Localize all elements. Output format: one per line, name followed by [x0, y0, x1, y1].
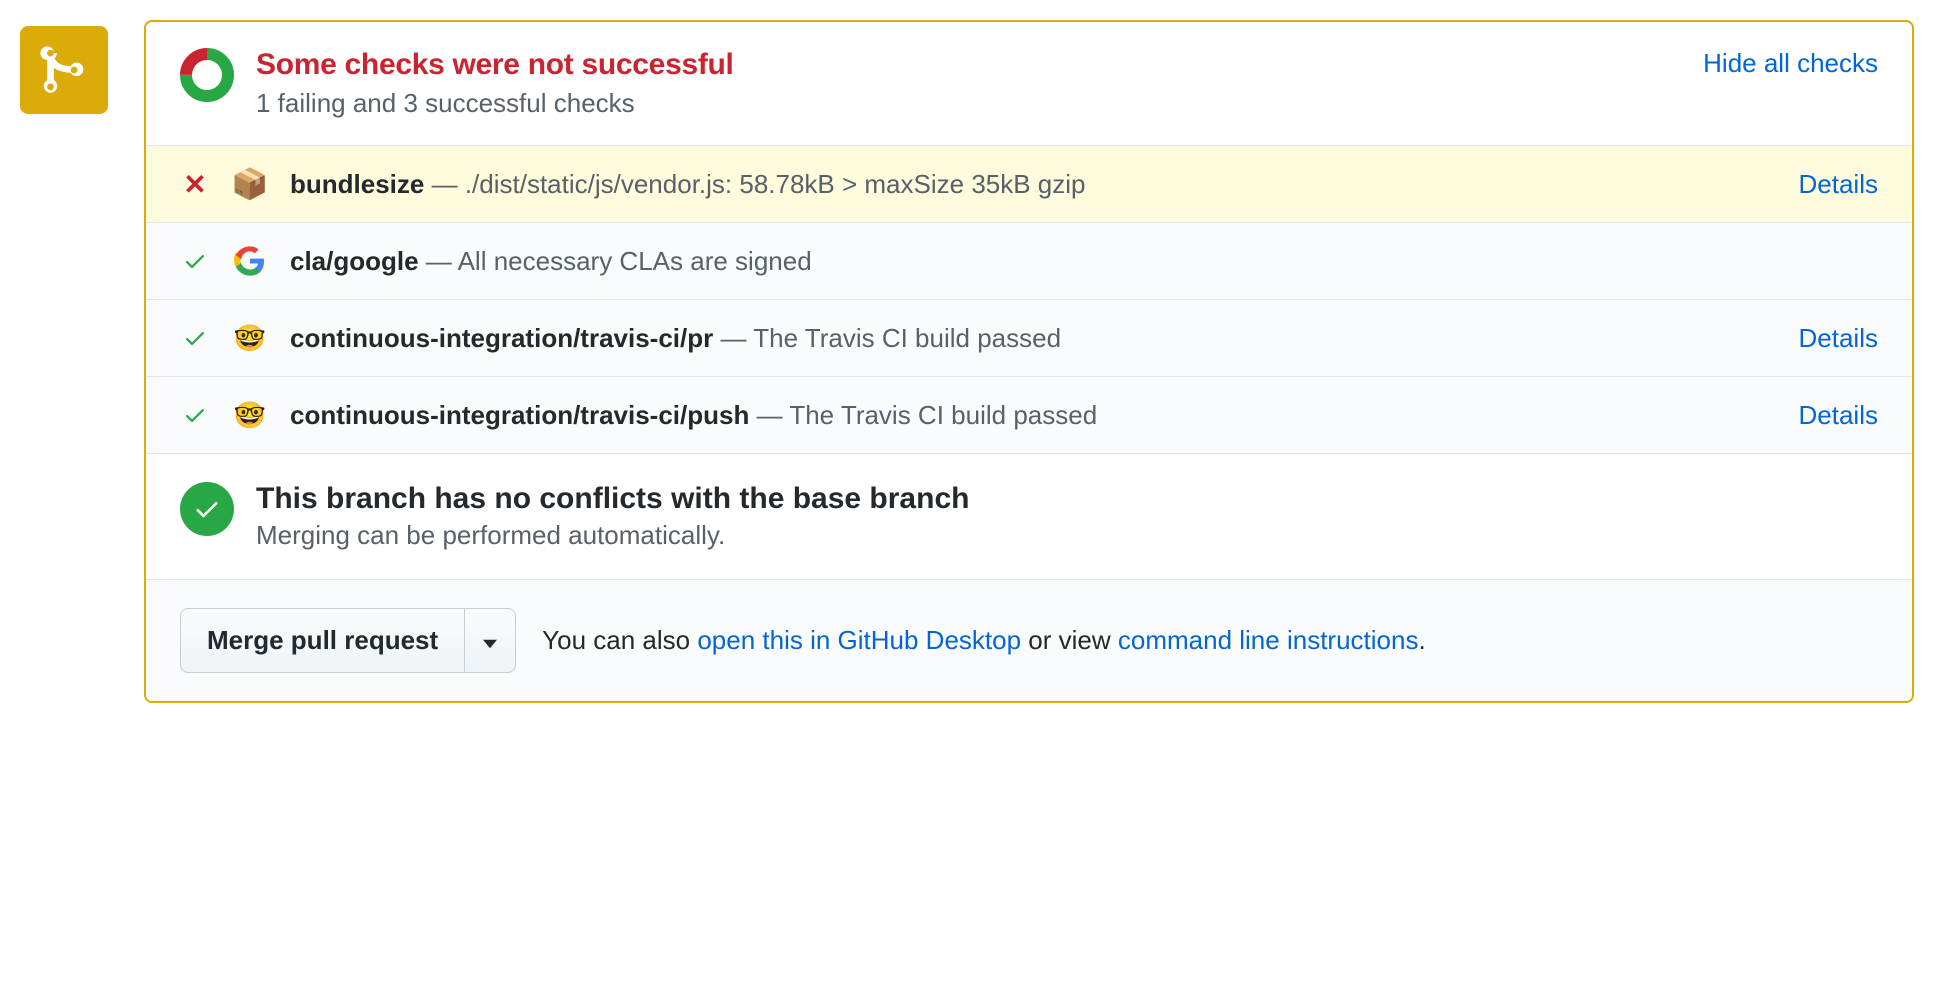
check-row: 🤓 continuous-integration/travis-ci/push —…	[146, 377, 1912, 454]
caret-down-icon	[483, 639, 497, 649]
command-line-link[interactable]: command line instructions	[1118, 625, 1419, 655]
merge-options-dropdown[interactable]	[465, 608, 516, 673]
travis-icon: 🤓	[232, 320, 268, 356]
fail-x-icon: ✕	[180, 168, 210, 201]
git-merge-icon	[37, 43, 91, 97]
check-row: cla/google — All necessary CLAs are sign…	[146, 223, 1912, 300]
merge-avatar	[20, 26, 108, 114]
check-details-link[interactable]: Details	[1799, 400, 1878, 431]
check-description: cla/google — All necessary CLAs are sign…	[290, 246, 1878, 277]
google-icon	[232, 243, 268, 279]
hide-checks-link[interactable]: Hide all checks	[1703, 48, 1878, 79]
pass-check-icon	[180, 326, 210, 350]
merge-status-title: This branch has no conflicts with the ba…	[256, 482, 969, 516]
merge-pull-request-button[interactable]: Merge pull request	[180, 608, 465, 673]
merge-footer: Merge pull request You can also open thi…	[146, 580, 1912, 701]
success-check-icon	[180, 482, 234, 536]
checks-status-title: Some checks were not successful	[256, 48, 1683, 82]
check-row: 🤓 continuous-integration/travis-ci/pr — T…	[146, 300, 1912, 377]
checks-status-subtitle: 1 failing and 3 successful checks	[256, 88, 1683, 119]
checks-header: Some checks were not successful 1 failin…	[146, 22, 1912, 146]
merge-conflict-status: This branch has no conflicts with the ba…	[146, 454, 1912, 580]
open-desktop-link[interactable]: open this in GitHub Desktop	[697, 625, 1021, 655]
check-row: ✕ 📦 bundlesize — ./dist/static/js/vendor.j…	[146, 146, 1912, 223]
package-icon: 📦	[232, 166, 268, 202]
merge-button-group: Merge pull request	[180, 608, 516, 673]
merge-status-card: Some checks were not successful 1 failin…	[144, 20, 1914, 703]
checks-donut-icon	[180, 48, 234, 102]
pass-check-icon	[180, 403, 210, 427]
merge-status-subtitle: Merging can be performed automatically.	[256, 520, 969, 551]
pass-check-icon	[180, 249, 210, 273]
check-description: continuous-integration/travis-ci/push — …	[290, 400, 1779, 431]
check-details-link[interactable]: Details	[1799, 323, 1878, 354]
merge-help-text: You can also open this in GitHub Desktop…	[542, 625, 1426, 656]
check-description: continuous-integration/travis-ci/pr — Th…	[290, 323, 1779, 354]
check-details-link[interactable]: Details	[1799, 169, 1878, 200]
check-description: bundlesize — ./dist/static/js/vendor.js:…	[290, 169, 1779, 200]
travis-icon: 🤓	[232, 397, 268, 433]
